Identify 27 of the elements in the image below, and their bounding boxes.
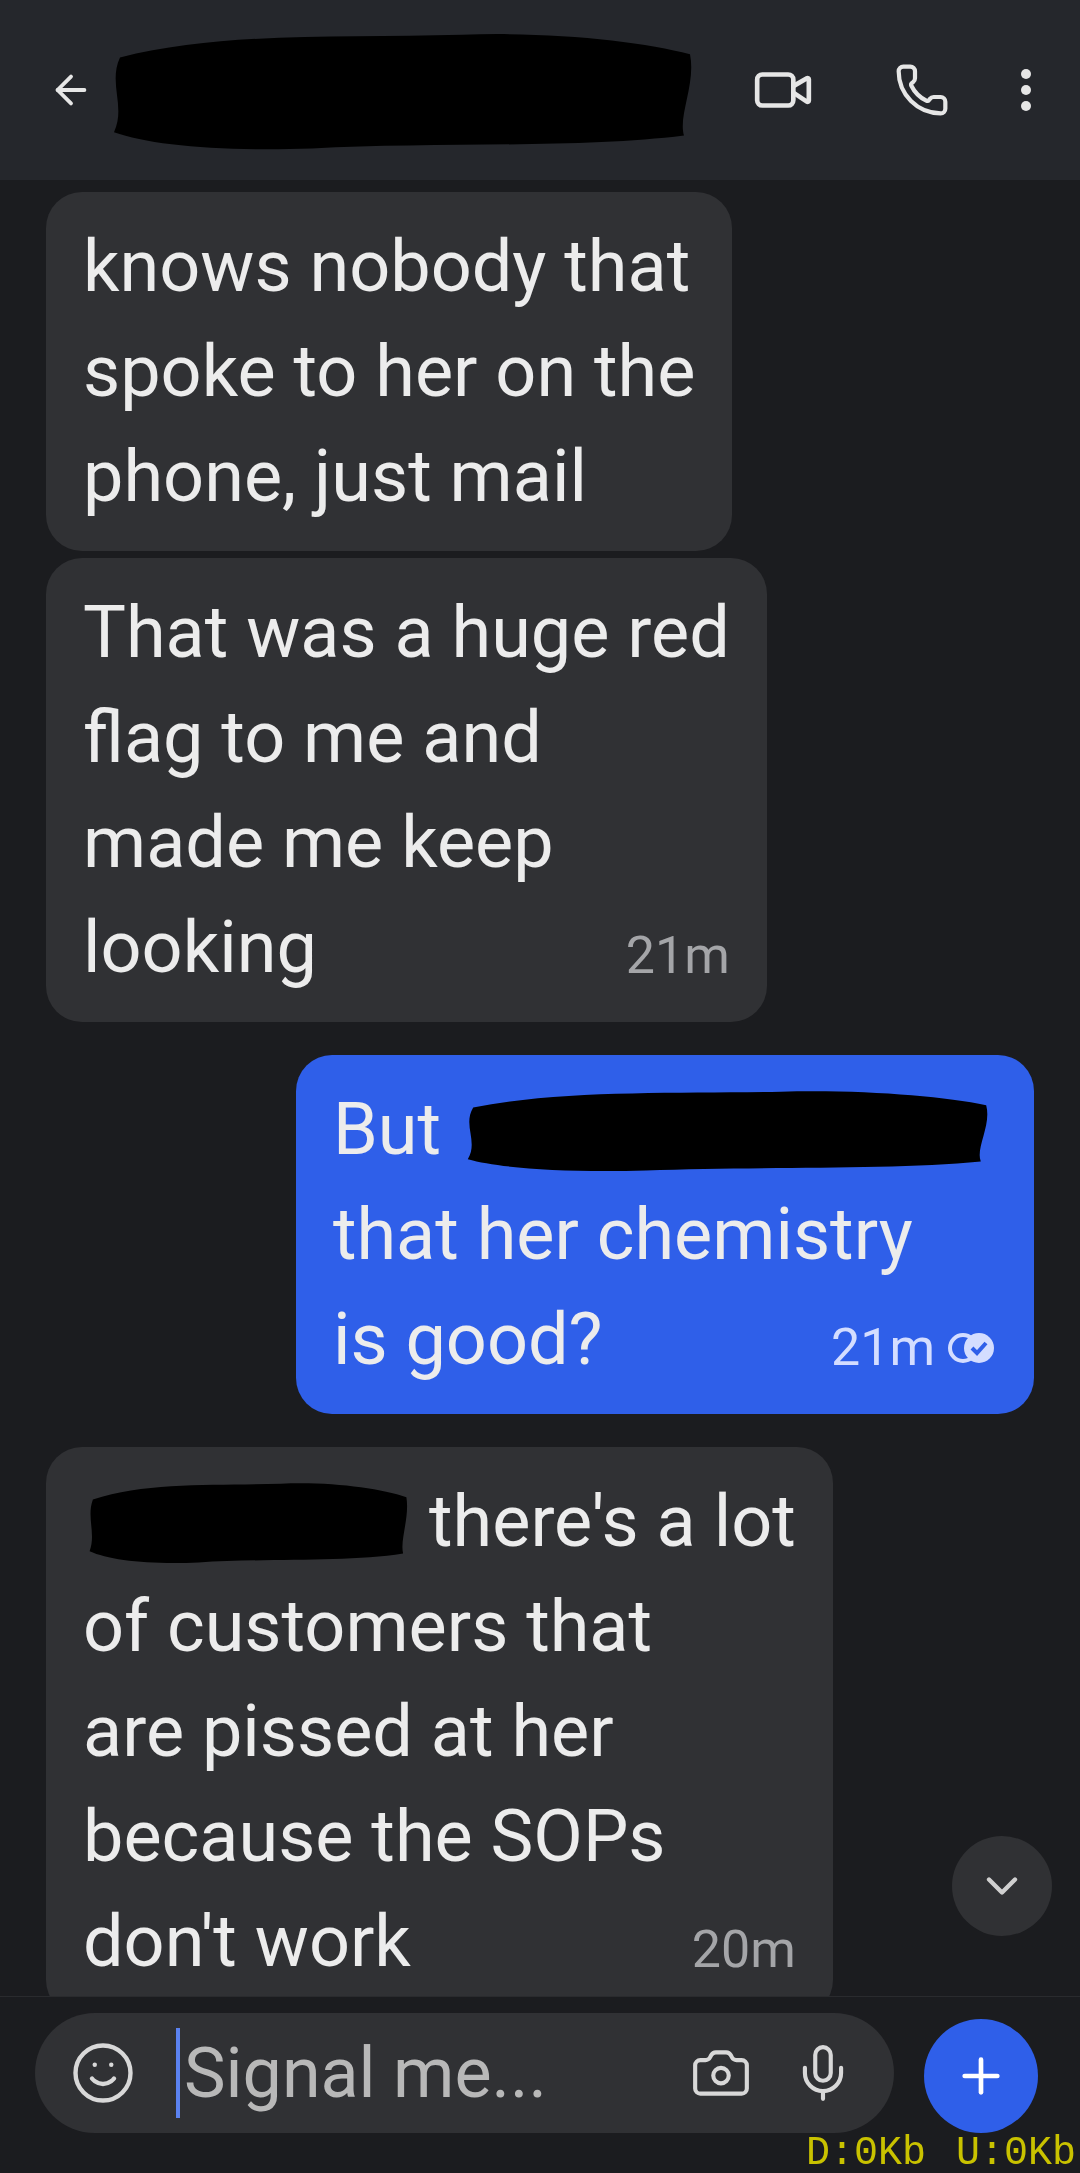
message-text: of customers that (83, 1582, 653, 1671)
message-text: looking (83, 903, 317, 992)
message-text: that her chemistry (332, 1190, 913, 1279)
message-input-field[interactable]: Signal me... (184, 2020, 690, 2126)
message-text: But (332, 1085, 441, 1174)
message-text: spoke to her on the (83, 327, 696, 416)
message-text: made me keep (83, 798, 554, 887)
message-time: 21m (830, 1315, 935, 1380)
phone-icon (894, 62, 950, 118)
message-composer[interactable]: Signal me... (35, 2013, 894, 2133)
emoji-icon (70, 2040, 136, 2106)
message-text: knows nobody that (83, 222, 691, 311)
upload-speed: U:0Kb (955, 2135, 1076, 2173)
more-icon (1020, 68, 1032, 112)
message-text: are pissed at her (83, 1687, 614, 1776)
message-text: phone, just mail (83, 432, 587, 521)
more-options-button[interactable] (1020, 68, 1032, 112)
message-time: 20m (691, 1917, 796, 1982)
download-speed: D:0Kb (805, 2135, 926, 2173)
message-text: is good? (332, 1295, 603, 1384)
message-text: because the SOPs (83, 1792, 666, 1881)
message-time: 21m (625, 923, 730, 988)
message-text: flag to me and (83, 693, 542, 782)
message-text: don't work (83, 1897, 411, 1986)
message-text: there's a lot (429, 1477, 796, 1566)
message-text: That was a huge red (83, 588, 730, 677)
voice-call-button[interactable] (894, 62, 950, 118)
